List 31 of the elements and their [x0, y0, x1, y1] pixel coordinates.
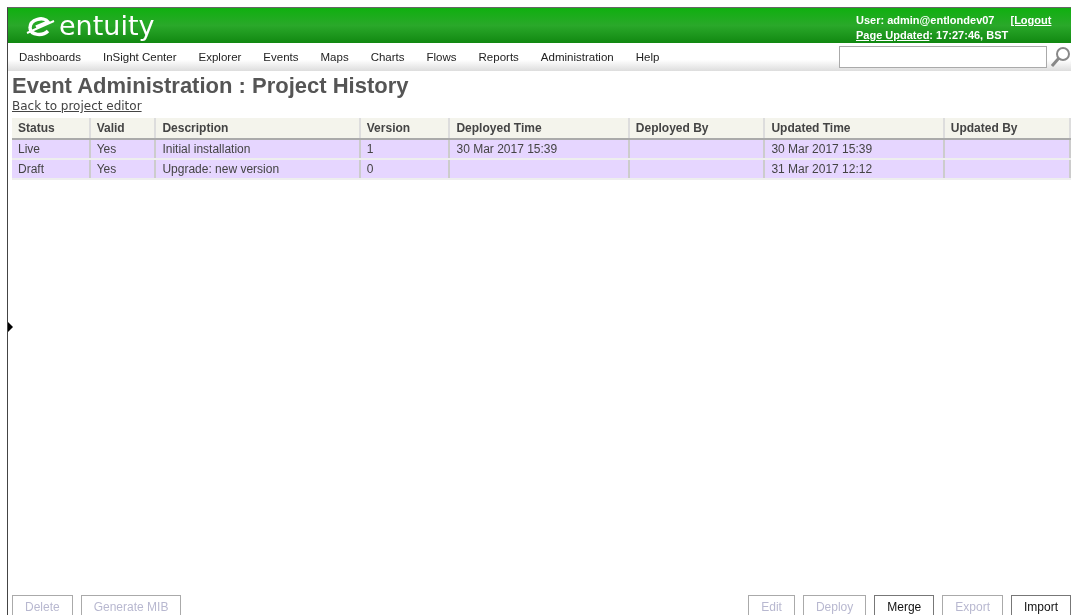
nav-menu-item[interactable]: Reports: [478, 51, 519, 63]
entuity-logo: entuity: [26, 10, 155, 41]
column-header[interactable]: Valid: [89, 118, 156, 139]
logo-swoosh-icon: [26, 14, 56, 37]
column-header[interactable]: Deployed By: [628, 118, 765, 139]
nav-menu-item[interactable]: Events: [263, 51, 299, 63]
nav-menu-item[interactable]: Maps: [320, 51, 349, 63]
back-link[interactable]: Back to project editor: [12, 99, 142, 113]
nav-menu-item[interactable]: InSight Center: [103, 51, 177, 63]
action-button[interactable]: Merge: [874, 595, 935, 615]
search-icon[interactable]: [1051, 46, 1071, 68]
nav-menu-item[interactable]: Explorer: [198, 51, 242, 63]
page-updated-time: : 17:27:46, BST: [929, 29, 1009, 41]
pointer-triangle-icon: [8, 322, 13, 332]
column-header[interactable]: Version: [359, 118, 450, 139]
table-cell: Live: [12, 139, 90, 159]
nav-menu-item[interactable]: Dashboards: [19, 51, 81, 63]
user-label: User: admin@entlondev07: [856, 14, 995, 26]
column-header[interactable]: Description: [155, 118, 360, 139]
nav-menu-item[interactable]: Charts: [370, 51, 405, 63]
action-button[interactable]: Import: [1011, 595, 1071, 615]
column-header[interactable]: Deployed Time: [449, 118, 629, 139]
column-header[interactable]: Updated By: [943, 118, 1070, 139]
nav-menu-item[interactable]: Help: [635, 51, 660, 63]
table-cell: Draft: [12, 159, 90, 179]
column-header[interactable]: Updated Time: [764, 118, 944, 139]
nav-menu-item[interactable]: Flows: [426, 51, 457, 63]
nav-menu-item[interactable]: Administration: [540, 51, 614, 63]
column-header[interactable]: Status: [12, 118, 90, 139]
search-field[interactable]: [839, 46, 1047, 68]
page-title: Event Administration : Project History: [12, 73, 410, 99]
